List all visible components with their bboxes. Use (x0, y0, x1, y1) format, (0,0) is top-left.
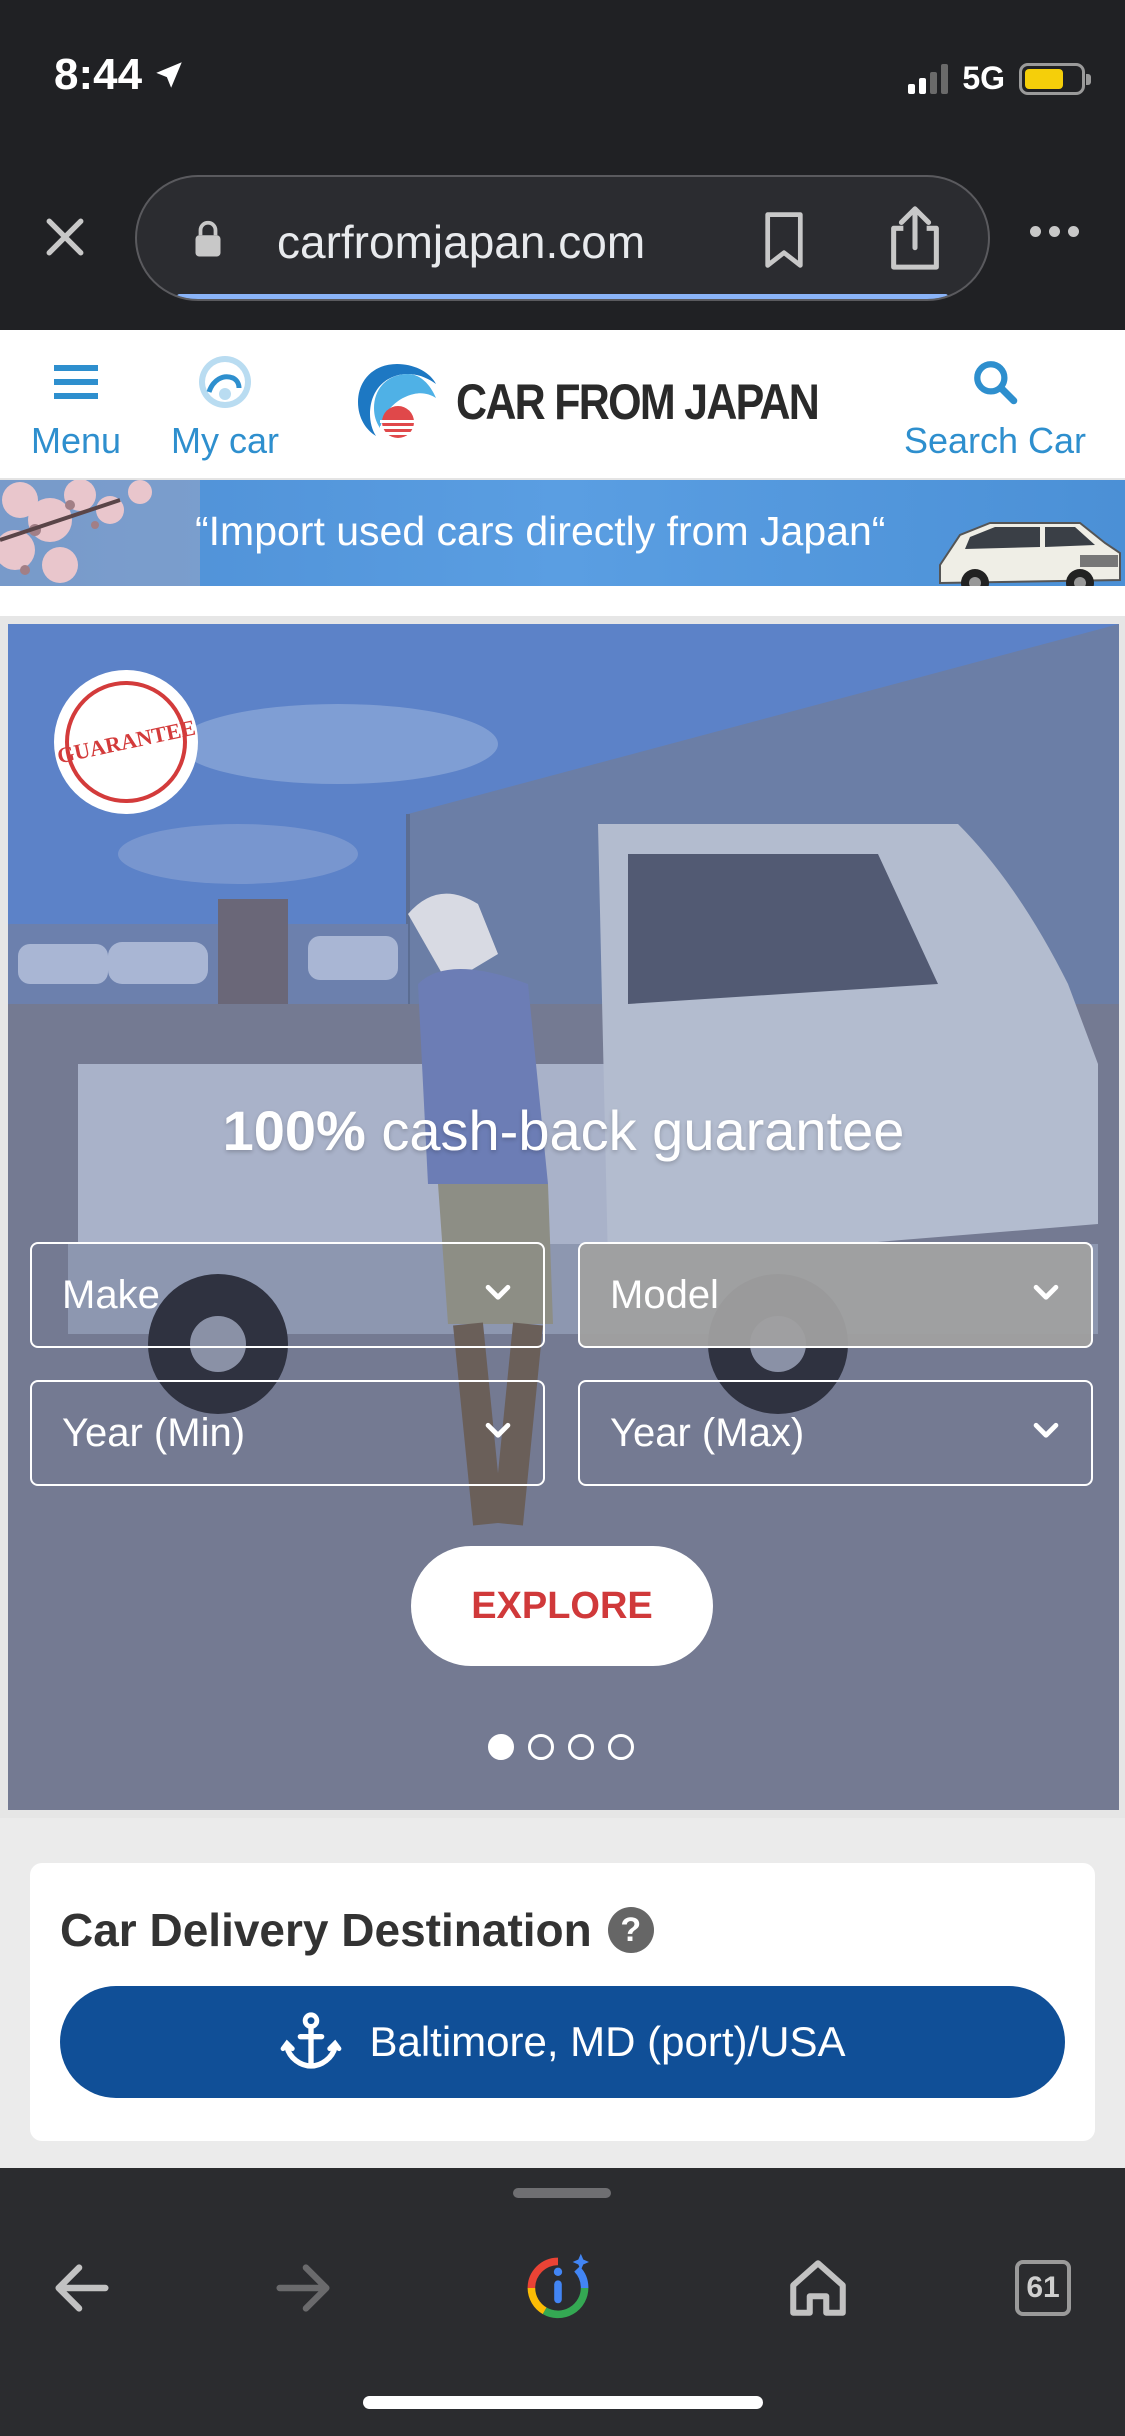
hero-carousel[interactable]: GUARANTEE 100% cash-back guarantee Make … (8, 624, 1119, 1810)
google-assistant-icon (527, 2253, 589, 2319)
carousel-dots (488, 1734, 634, 1760)
home-indicator[interactable] (363, 2396, 763, 2409)
my-car-icon (199, 356, 251, 408)
guarantee-badge: GUARANTEE (54, 670, 198, 814)
status-time: 8:44 (54, 50, 186, 100)
logo-text: CAR FROM JAPAN (456, 374, 820, 430)
chevron-down-icon (1033, 1422, 1059, 1438)
home-button[interactable] (768, 2238, 868, 2338)
year-min-select[interactable]: Year (Min) (30, 1380, 545, 1486)
back-button[interactable] (32, 2238, 132, 2338)
menu-button[interactable]: Menu (26, 350, 126, 462)
page-load-progress (177, 294, 948, 299)
headline-bold: 100% (222, 1099, 366, 1162)
bookmark-icon[interactable] (762, 211, 806, 269)
explore-button[interactable]: EXPLORE (411, 1546, 713, 1666)
my-car-button[interactable]: My car (160, 350, 290, 462)
year-max-select[interactable]: Year (Max) (578, 1380, 1093, 1486)
year-max-select-label: Year (Max) (610, 1411, 805, 1455)
headline-rest: cash-back guarantee (365, 1099, 905, 1162)
suv-image (939, 522, 1121, 586)
make-select-label: Make (62, 1273, 160, 1317)
menu-label: Menu (30, 420, 122, 461)
logo-mark-icon (358, 364, 436, 438)
chevron-down-icon (1033, 1284, 1059, 1300)
clock-text: 8:44 (54, 50, 143, 99)
status-bar: 8:44 5G (0, 0, 1125, 160)
site-logo[interactable]: CAR FROM JAPAN (352, 360, 877, 444)
hamburger-icon (54, 365, 98, 399)
search-car-button[interactable]: Search Car (900, 350, 1090, 462)
tabs-button[interactable]: 61 (993, 2238, 1093, 2338)
lock-icon (195, 220, 221, 257)
forward-button[interactable] (253, 2238, 353, 2338)
forward-arrow-icon (276, 2264, 330, 2312)
carousel-dot-1[interactable] (488, 1734, 514, 1760)
status-indicators: 5G (908, 60, 1091, 97)
browser-top-bar: carfromjapan.com (0, 160, 1125, 330)
cherry-blossom-image (0, 480, 200, 586)
delivery-destination-card: Car Delivery Destination ? Baltimore, MD… (30, 1863, 1095, 2141)
hero-headline: 100% cash-back guarantee (8, 1098, 1119, 1163)
toolbar-drag-handle[interactable] (513, 2188, 611, 2198)
badge-text: GUARANTEE (54, 714, 198, 769)
share-icon[interactable] (887, 205, 943, 271)
search-icon (974, 361, 1018, 405)
search-car-label: Search Car (903, 420, 1087, 461)
chevron-down-icon (485, 1422, 511, 1438)
banner-text: “Import used cars directly from Japan“ (195, 508, 886, 554)
network-label: 5G (962, 60, 1005, 96)
signal-icon (908, 63, 949, 94)
hero-carousel-frame: GUARANTEE 100% cash-back guarantee Make … (0, 616, 1125, 1818)
carousel-dot-2[interactable] (528, 1734, 554, 1760)
more-icon[interactable] (1030, 226, 1079, 237)
carousel-dot-3[interactable] (568, 1734, 594, 1760)
address-bar[interactable]: carfromjapan.com (135, 175, 990, 301)
my-car-label: My car (171, 420, 279, 461)
delivery-title-text: Car Delivery Destination (60, 1904, 592, 1956)
model-select[interactable]: Model (578, 1242, 1093, 1348)
port-select-button[interactable]: Baltimore, MD (port)/USA (60, 1986, 1065, 2098)
model-select-label: Model (610, 1273, 719, 1317)
close-icon[interactable] (38, 210, 92, 264)
promo-banner[interactable]: “Import used cars directly from Japan“ (0, 480, 1125, 586)
make-select[interactable]: Make (30, 1242, 545, 1348)
site-header: Menu My car CAR FROM JAPAN Search Car (0, 330, 1125, 480)
help-icon[interactable]: ? (607, 1907, 654, 1953)
port-label: Baltimore, MD (port)/USA (369, 2018, 846, 2065)
back-arrow-icon (55, 2264, 109, 2312)
chevron-down-icon (485, 1284, 511, 1300)
delivery-title: Car Delivery Destination ? (60, 1903, 654, 1957)
carousel-dot-4[interactable] (608, 1734, 634, 1760)
location-arrow-icon (156, 62, 182, 88)
google-assistant-button[interactable] (508, 2238, 608, 2338)
anchor-icon (281, 2012, 342, 2069)
battery-icon (1019, 62, 1091, 95)
home-icon (790, 2260, 846, 2316)
year-min-select-label: Year (Min) (62, 1411, 246, 1455)
tabs-icon: 61 (1015, 2260, 1071, 2316)
url-text: carfromjapan.com (277, 216, 646, 268)
